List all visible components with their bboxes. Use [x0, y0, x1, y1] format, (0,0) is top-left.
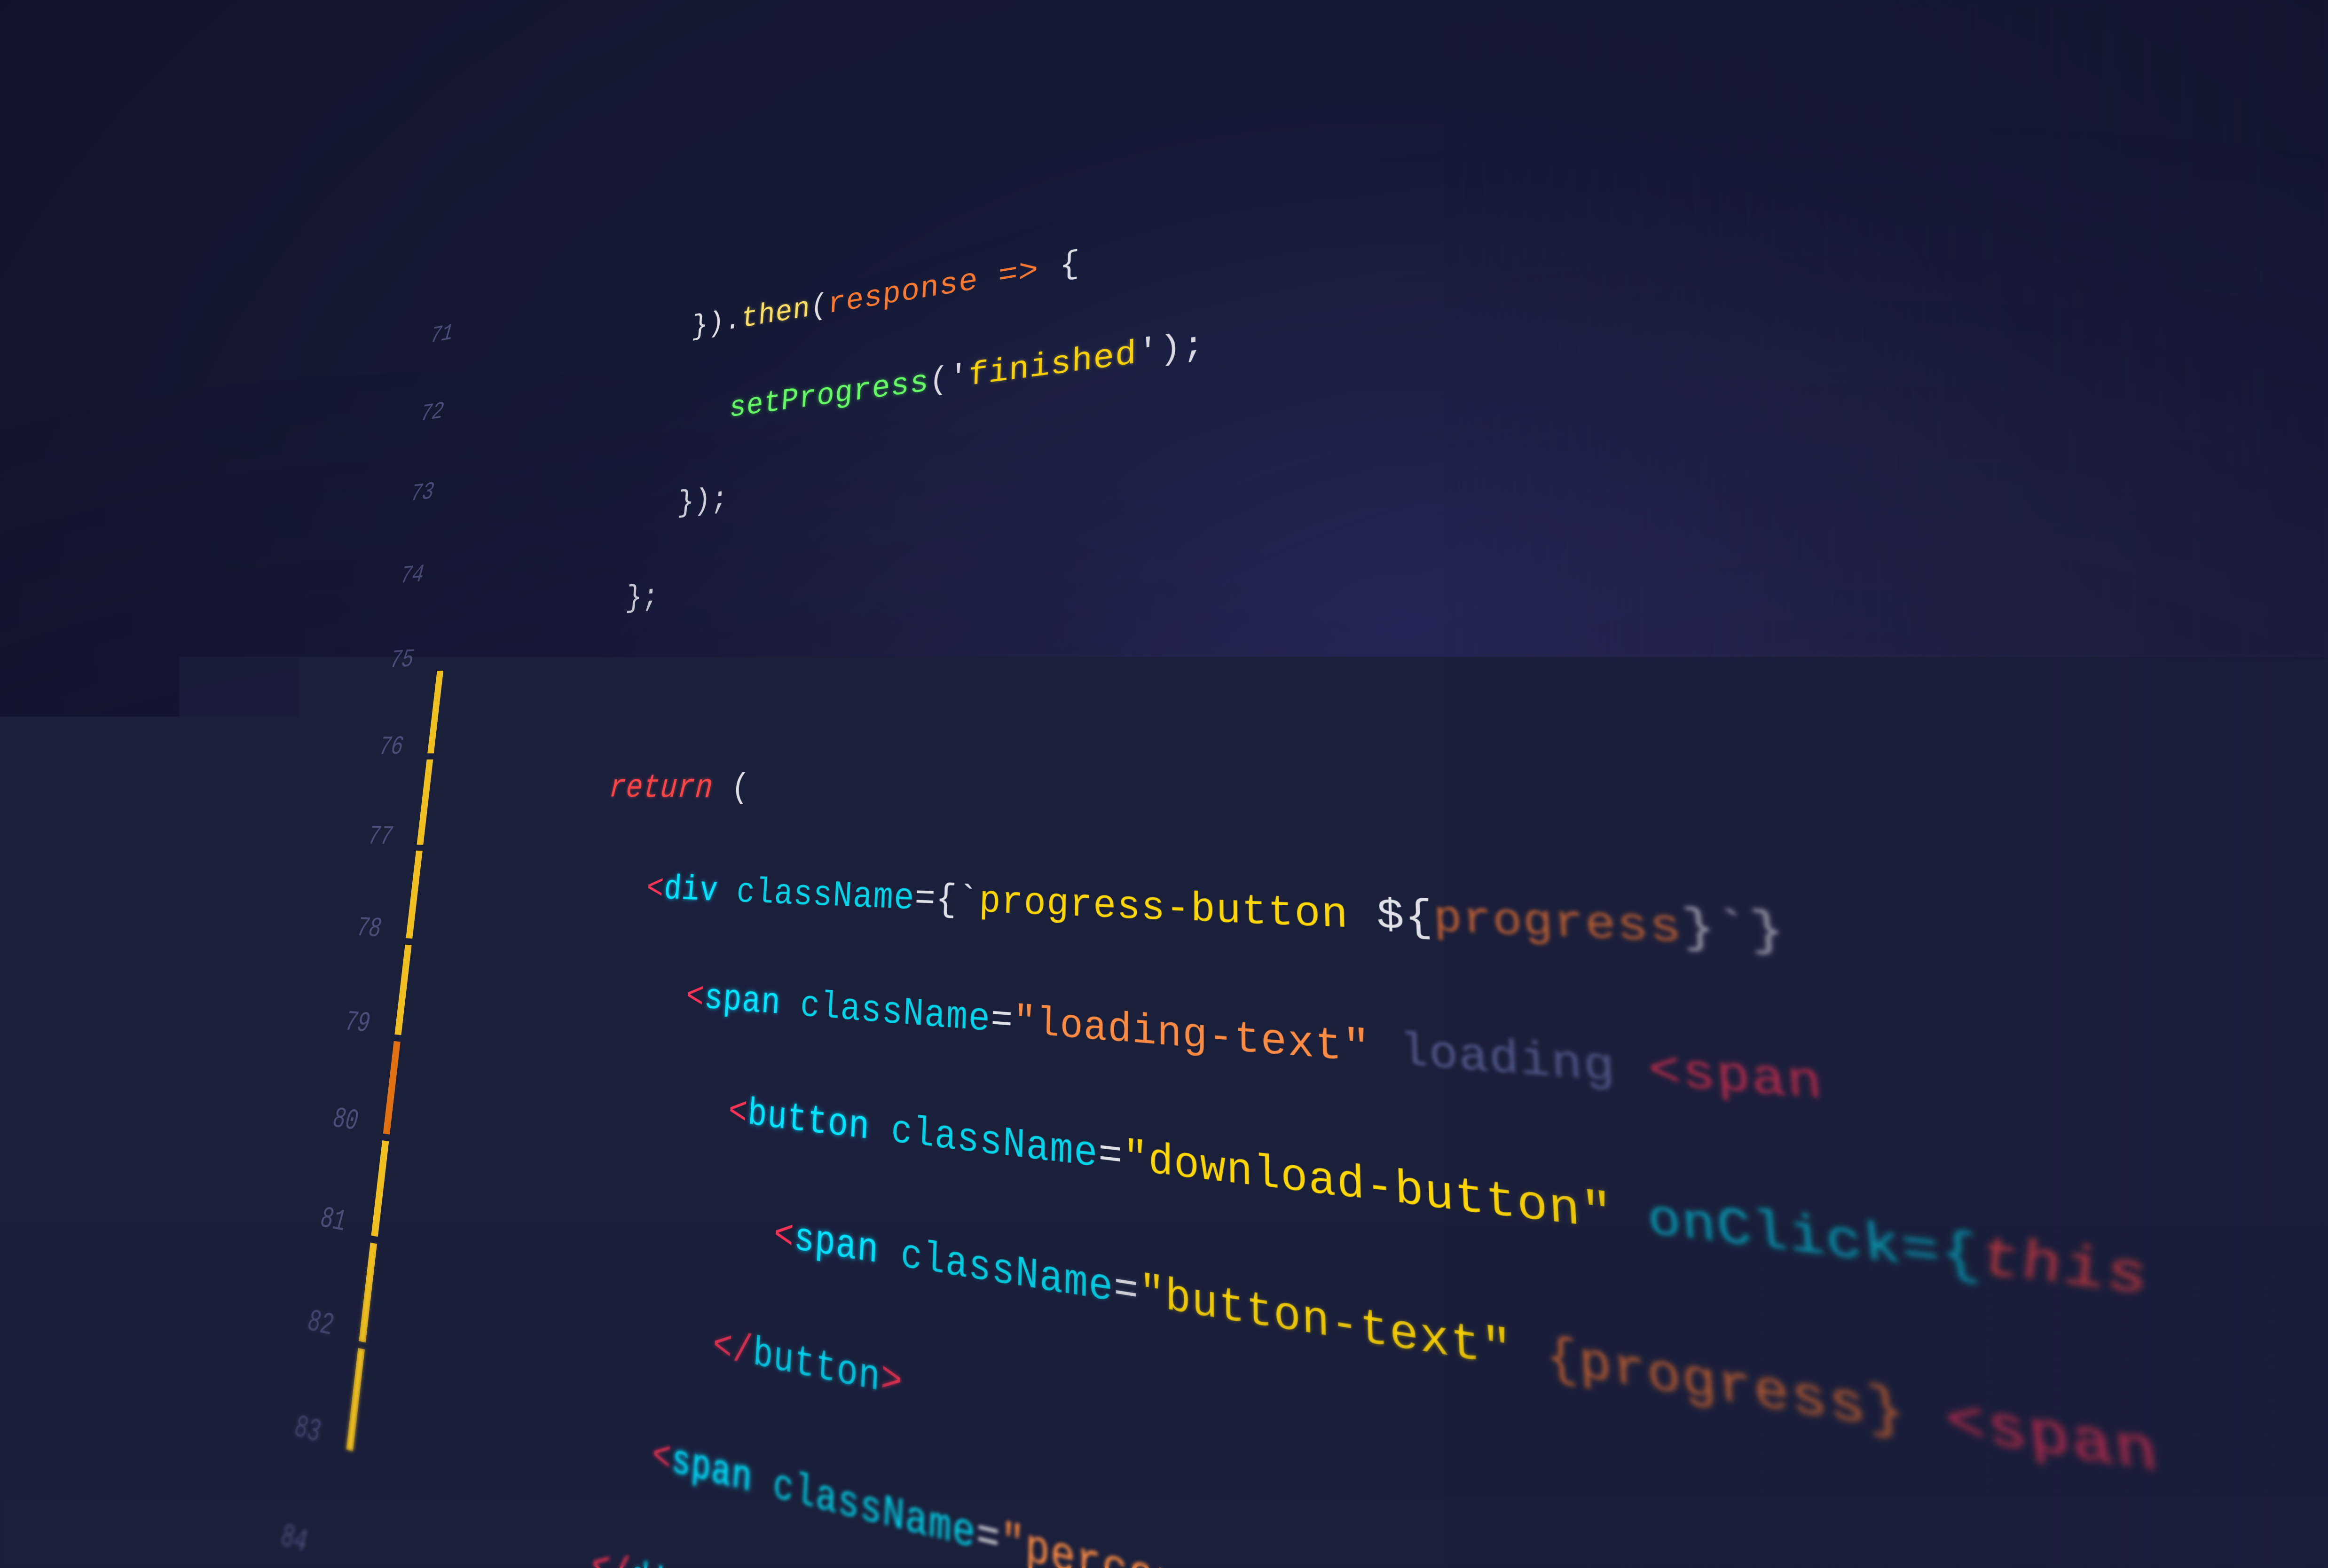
- line-bar-yellow: [346, 1348, 365, 1451]
- code-editor-screenshot: 71 }).then(response => { 72 setProgress(…: [0, 0, 2328, 1568]
- line-bar-yellow: [406, 851, 423, 939]
- line-bar-yellow: [359, 1243, 378, 1342]
- line-bar-yellow: [417, 760, 433, 845]
- line-bar-yellow: [371, 1140, 389, 1237]
- line-bar: [448, 500, 464, 579]
- line-bar-yellow: [395, 944, 412, 1035]
- code-display: 71 }).then(response => { 72 setProgress(…: [225, 0, 2328, 1568]
- line-bar: [333, 1457, 353, 1563]
- line-number: 76: [364, 732, 430, 762]
- line-bar: [457, 418, 472, 495]
- line-bar-orange: [383, 1041, 401, 1135]
- line-bar: [476, 260, 491, 334]
- line-number: 77: [353, 822, 420, 853]
- line-bar: [438, 584, 453, 665]
- code-content: );: [383, 1545, 576, 1568]
- line-bar: [467, 338, 482, 414]
- line-bar-yellow: [427, 671, 443, 753]
